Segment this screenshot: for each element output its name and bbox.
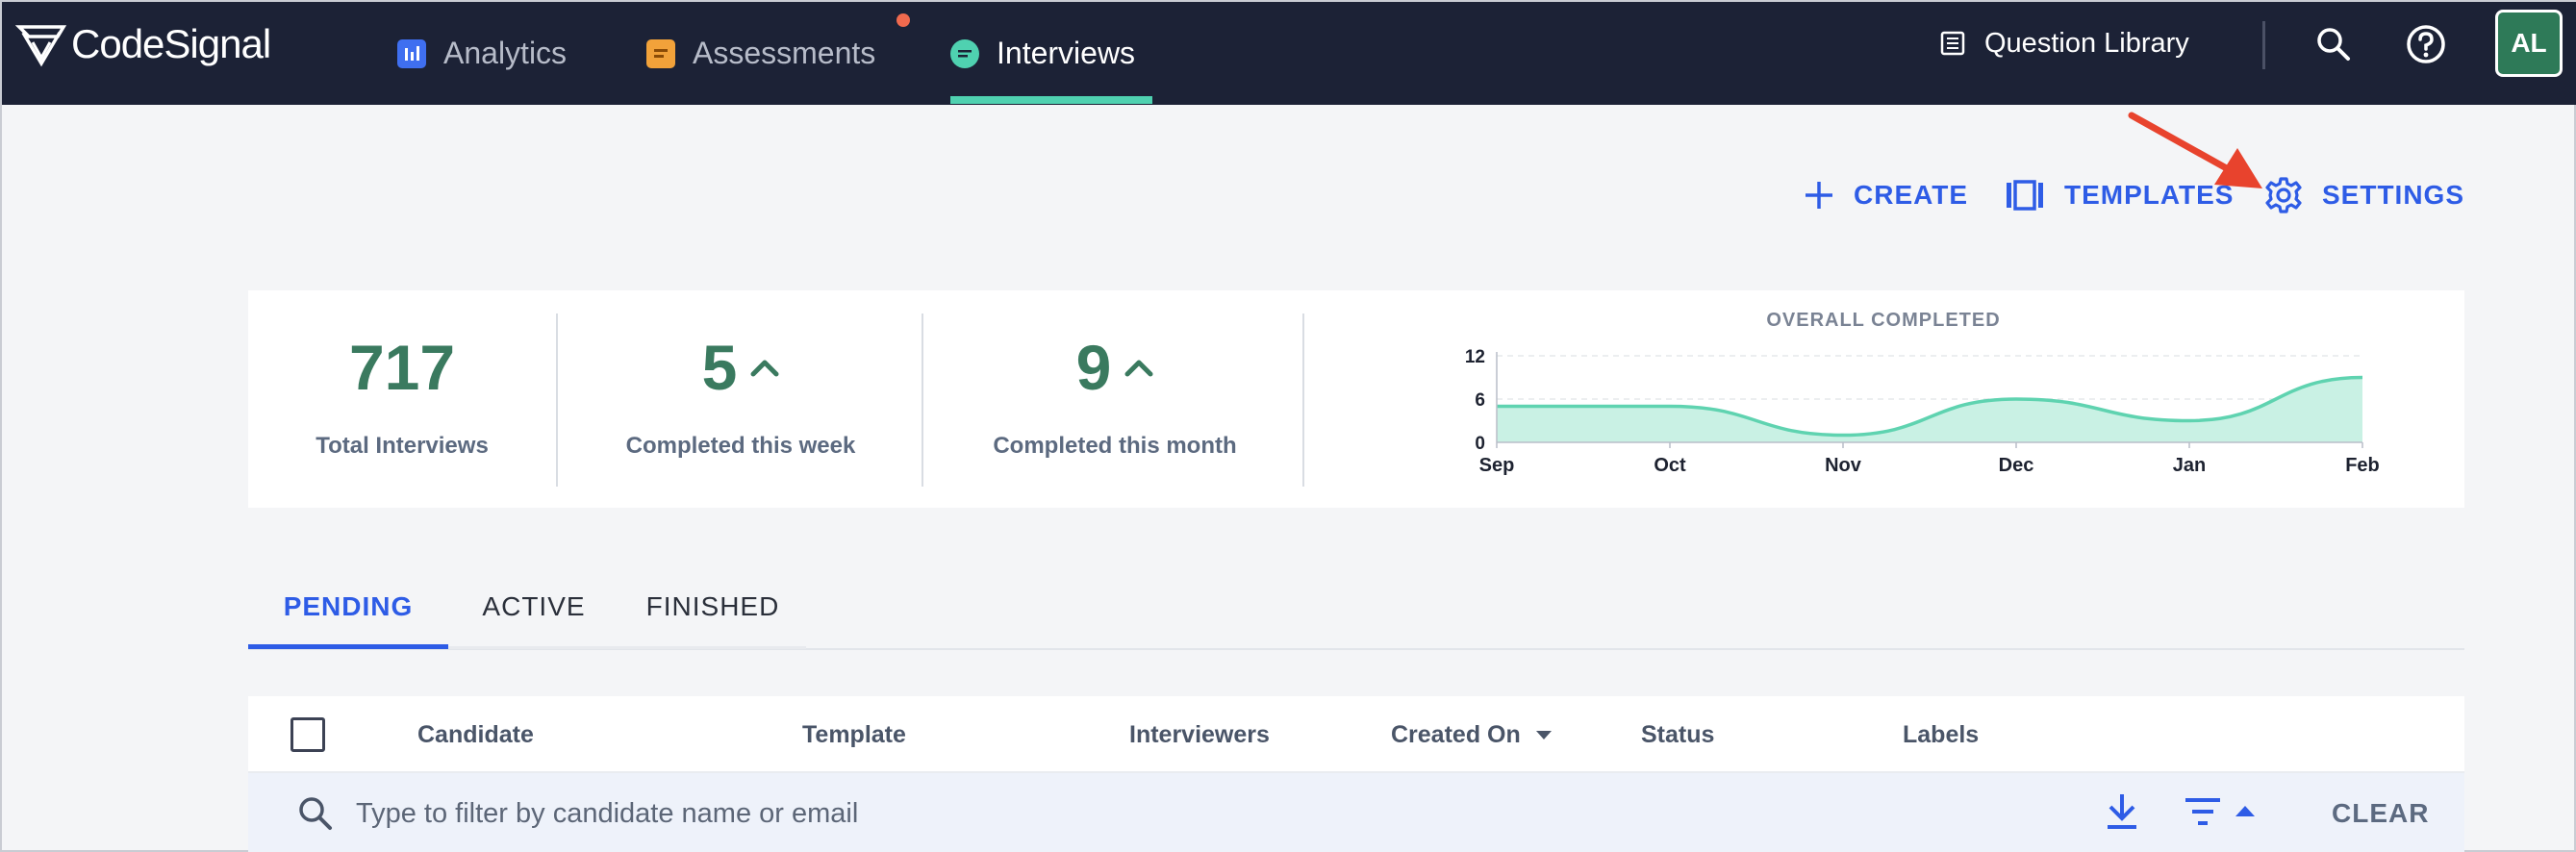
column-labels[interactable]: Labels (1903, 696, 1979, 773)
settings-button[interactable]: SETTINGS (2264, 169, 2464, 221)
stat-divider (922, 313, 923, 487)
annotation-arrow-icon (2128, 112, 2262, 188)
assessments-icon (646, 38, 675, 68)
filter-toggle-caret-icon[interactable] (2235, 806, 2255, 816)
chart-area-fill (1497, 377, 2362, 442)
stat-value: 5 (701, 332, 738, 403)
interviews-table-header: Candidate Template Interviewers Created … (248, 696, 2464, 773)
tab-active[interactable]: ACTIVE (448, 565, 619, 648)
chart-y-tick-label: 12 (1465, 348, 1485, 367)
nav-divider (2262, 21, 2265, 69)
stat-label: Total Interviews (316, 433, 489, 459)
tab-pending[interactable]: PENDING (248, 565, 448, 648)
nav-assessments[interactable]: Assessments (646, 2, 875, 105)
chart-y-tick-label: 0 (1475, 434, 1485, 454)
chart-x-tick-label: Oct (1654, 455, 1686, 476)
logo-mark-icon (15, 25, 67, 67)
nav-active-indicator (950, 96, 1152, 104)
assessments-notification-dot (897, 13, 910, 27)
chart-y-tick-label: 6 (1475, 390, 1485, 411)
stat-value: 9 (1075, 332, 1112, 403)
chart-x-tick-label: Feb (2345, 455, 2380, 476)
search-icon (299, 797, 332, 830)
settings-label: SETTINGS (2322, 180, 2465, 210)
templates-icon (2007, 180, 2043, 211)
tab-track (448, 646, 806, 649)
create-label: CREATE (1854, 180, 1969, 210)
help-icon (2407, 25, 2445, 63)
interviews-icon (950, 38, 979, 68)
stat-label: Completed this month (993, 433, 1237, 459)
sort-desc-icon (1535, 730, 1552, 739)
question-library-icon (1940, 31, 1965, 56)
search-icon (2317, 28, 2350, 61)
nav-interviews-label: Interviews (997, 36, 1136, 70)
chart-x-tick-label: Jan (2173, 455, 2206, 476)
chart-x-tick-label: Dec (1999, 455, 2034, 476)
download-icon[interactable] (2105, 792, 2139, 831)
select-all-checkbox[interactable] (290, 717, 325, 752)
tab-finished[interactable]: FINISHED (619, 565, 806, 648)
column-candidate[interactable]: Candidate (417, 696, 534, 773)
nav-interviews[interactable]: Interviews (950, 2, 1135, 105)
column-interviewers[interactable]: Interviewers (1129, 696, 1270, 773)
overall-completed-chart: 0 6 12 Sep Oct Nov Dec Jan Feb (1465, 348, 2380, 476)
brand-name: CodeSignal (71, 21, 271, 66)
clear-filters-button[interactable]: CLEAR (2332, 773, 2429, 852)
stat-completed-week: 5 Completed this week (558, 290, 923, 508)
stat-value: 717 (348, 332, 456, 403)
question-library-label: Question Library (1984, 27, 2189, 59)
trend-up-icon (1124, 360, 1153, 377)
stat-completed-month: 9 Completed this month (924, 290, 1305, 508)
plus-icon (1806, 182, 1832, 209)
codesignal-logo[interactable]: CodeSignal (15, 17, 271, 71)
interview-stats-card: 717 Total Interviews 5 Completed this we… (248, 290, 2464, 508)
nav-assessments-label: Assessments (693, 36, 876, 70)
question-library-link[interactable]: Question Library (1940, 2, 2189, 85)
nav-analytics[interactable]: Analytics (397, 2, 567, 105)
user-avatar[interactable]: AL (2495, 10, 2563, 77)
column-status[interactable]: Status (1641, 696, 1714, 773)
column-created-on[interactable]: Created On (1391, 696, 1552, 773)
column-created-on-label: Created On (1391, 720, 1521, 748)
global-search-button[interactable] (2311, 21, 2357, 67)
trend-up-icon (750, 360, 779, 377)
chart-x-tick-label: Sep (1479, 455, 1515, 476)
top-nav-bar: CodeSignal Analytics Assessments Intervi… (2, 2, 2576, 105)
help-button[interactable] (2403, 21, 2449, 67)
chart-x-tick-label: Nov (1825, 455, 1862, 476)
stat-total-interviews: 717 Total Interviews (248, 290, 556, 508)
chart-title: OVERALL COMPLETED (1766, 310, 2001, 331)
stat-divider (1302, 313, 1304, 487)
create-button[interactable]: CREATE (1804, 169, 1968, 221)
tab-active-indicator (248, 644, 448, 649)
column-template[interactable]: Template (802, 696, 906, 773)
filter-icon[interactable] (2184, 796, 2222, 829)
stat-label: Completed this week (625, 433, 856, 459)
filter-row: CLEAR (248, 773, 2464, 852)
analytics-icon (397, 38, 426, 68)
nav-analytics-label: Analytics (443, 36, 568, 70)
candidate-filter-input[interactable] (356, 787, 1606, 840)
interview-tabs: PENDING ACTIVE FINISHED (248, 565, 2464, 650)
